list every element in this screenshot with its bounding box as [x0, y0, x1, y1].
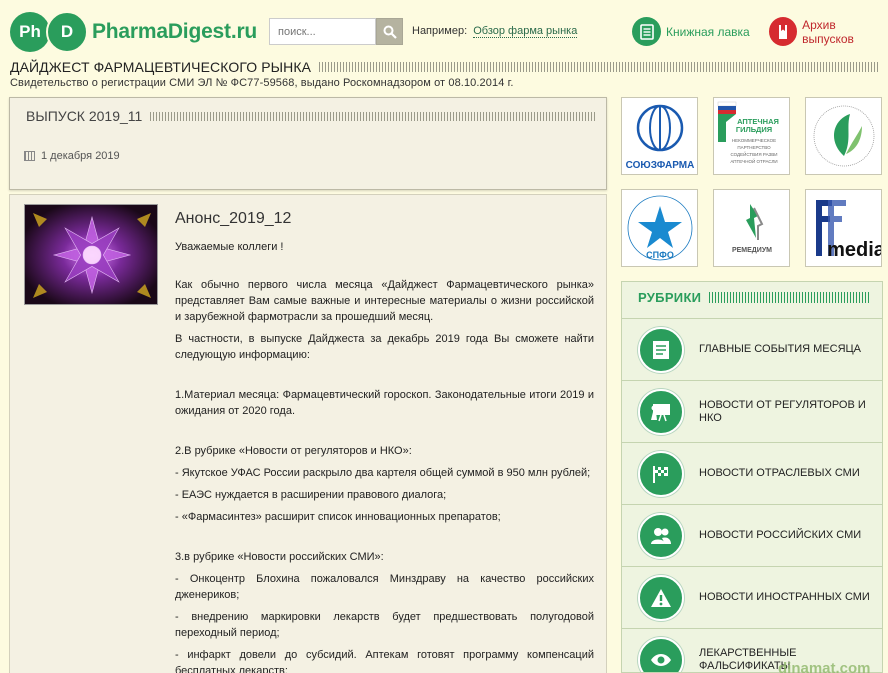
issue-header: ВЫПУСК 2019_11 1 декабря 2019 [9, 97, 607, 190]
document-icon [638, 326, 684, 373]
article-paragraph: В частности, в выпуске Дайджеста за дека… [175, 333, 594, 361]
article-thumbnail[interactable] [24, 204, 158, 305]
header: Ph D PharmaDigest.ru Например: Обзор фар… [0, 0, 888, 60]
article-paragraph: - «Фармасинтез» расширит список инноваци… [175, 511, 501, 523]
example-link[interactable]: Обзор фарма рынка [473, 25, 578, 38]
archive-label: Архив выпусков [802, 17, 854, 46]
certificate-text: Свидетельство о регистрации СМИ ЭЛ № ФС7… [10, 77, 514, 89]
svg-text:ГИЛЬДИЯ: ГИЛЬДИЯ [736, 125, 772, 134]
article-paragraph: - инфаркт довели до субсидий. Аптекам го… [175, 649, 594, 673]
rubrics-panel: РУБРИКИ ГЛАВНЫЕ СОБЫТИЯ МЕСЯЦА НОВОСТИ О… [621, 281, 883, 673]
archive-icon [769, 17, 798, 46]
logo-mark-d: D [46, 11, 88, 53]
search-icon [383, 25, 397, 39]
rubrics-title-text: РУБРИКИ [638, 290, 702, 305]
article-paragraph: - внедрению маркировки лекарств будет пр… [175, 611, 594, 639]
article-paragraph: - Якутское УФАС России раскрыло два карт… [175, 467, 591, 479]
logo-mark-ph: Ph [10, 12, 50, 52]
rubric-regulators[interactable]: НОВОСТИ ОТ РЕГУЛЯТОРОВ И НКО [622, 380, 882, 442]
partner-label: СПФО [646, 250, 674, 260]
partner-remedium[interactable]: РЕМЕДИУМ [713, 189, 790, 267]
rubric-label: НОВОСТИ ОТ РЕГУЛЯТОРОВ И НКО [699, 398, 866, 424]
flag-icon [638, 450, 684, 497]
article-paragraph: 2.В рубрике «Новости от регуляторов и НК… [175, 445, 412, 457]
site-title-text: ДАЙДЖЕСТ ФАРМАЦЕВТИЧЕСКОГО РЫНКА [10, 59, 312, 75]
partner-guild[interactable]: АПТЕЧНАЯ ГИЛЬДИЯ НЕКОММЕРЧЕСКОЕ ПАРТНЕРС… [713, 97, 790, 175]
issue-title-text: ВЫПУСК 2019_11 [26, 108, 143, 124]
partner-fmedia[interactable]: media [805, 189, 882, 267]
rubric-industry-media[interactable]: НОВОСТИ ОТРАСЛЕВЫХ СМИ [622, 442, 882, 504]
site-logo[interactable]: Ph D PharmaDigest.ru [10, 11, 257, 53]
rubrics-title: РУБРИКИ [638, 290, 870, 305]
rubrics-divider [709, 292, 870, 303]
archive-link[interactable]: Архив выпусков [769, 17, 888, 46]
svg-text:АПТЕЧНОЙ ОТРАСЛИ: АПТЕЧНОЙ ОТРАСЛИ [730, 157, 777, 164]
issue-divider [150, 111, 596, 121]
issue-date: 1 декабря 2019 [24, 150, 120, 162]
presentation-icon [638, 388, 684, 435]
article-paragraph: - ЕАЭС нуждается в расширении правового … [175, 489, 447, 501]
search-button[interactable] [376, 18, 403, 45]
search-form [269, 18, 403, 45]
site-title: ДАЙДЖЕСТ ФАРМАЦЕВТИЧЕСКОГО РЫНКА [10, 59, 880, 75]
rubric-label: НОВОСТИ РОССИЙСКИХ СМИ [699, 529, 862, 541]
search-example: Например: Обзор фарма рынка [412, 25, 578, 38]
article-paragraph: Уважаемые коллеги ! [175, 241, 284, 253]
article-paragraph: - Онкоцентр Блохина пожаловался Минздрав… [175, 573, 594, 601]
logo-text: PharmaDigest.ru [92, 20, 258, 43]
article: Анонс_2019_12 Уважаемые коллеги ! Как об… [9, 194, 607, 673]
article-paragraph: Как обычно первого числа месяца «Дайджес… [175, 279, 594, 323]
article-title[interactable]: Анонс_2019_12 [175, 210, 291, 228]
partner-label: СОЮЗФАРМА [626, 160, 695, 171]
rubric-label: НОВОСТИ ИНОСТРАННЫХ СМИ [699, 591, 870, 603]
partner-label: РЕМЕДИУМ [732, 247, 772, 254]
eye-icon [638, 636, 684, 672]
partner-spfo[interactable]: СПФО [621, 189, 698, 267]
book-icon [632, 17, 661, 46]
rubric-main-events[interactable]: ГЛАВНЫЕ СОБЫТИЯ МЕСЯЦА [622, 318, 882, 380]
books-label: Книжная лавка [666, 24, 750, 39]
svg-text:СОДЕЙСТВИЯ РАЗВИ: СОДЕЙСТВИЯ РАЗВИ [730, 150, 777, 157]
search-input[interactable] [269, 18, 376, 45]
rubric-label: НОВОСТИ ОТРАСЛЕВЫХ СМИ [699, 467, 860, 479]
rubric-label: ГЛАВНЫЕ СОБЫТИЯ МЕСЯЦА [699, 343, 862, 355]
title-divider [319, 62, 880, 72]
article-paragraph: 3.в рубрике «Новости российских СМИ»: [175, 551, 384, 563]
issue-title: ВЫПУСК 2019_11 [26, 108, 596, 124]
books-link[interactable]: Книжная лавка [632, 17, 750, 46]
partner-soyuzfarma[interactable]: СОЮЗФАРМА [621, 97, 698, 175]
partner-label: media [827, 239, 882, 261]
article-paragraph: 1.Материал месяца: Фармацевтический горо… [175, 389, 594, 417]
svg-text:НЕКОММЕРЧЕСКОЕ: НЕКОММЕРЧЕСКОЕ [732, 138, 776, 143]
example-label: Например: [412, 25, 468, 37]
issue-date-text: 1 декабря 2019 [41, 150, 120, 162]
people-icon [638, 512, 684, 559]
watermark: dinamat.com [778, 660, 871, 673]
article-body: Уважаемые коллеги ! Как обычно первого ч… [175, 239, 594, 673]
rubric-russian-media[interactable]: НОВОСТИ РОССИЙСКИХ СМИ [622, 504, 882, 566]
svg-text:ПАРТНЕРСТВО: ПАРТНЕРСТВО [737, 145, 771, 150]
calendar-icon [24, 151, 35, 161]
warning-icon [638, 574, 684, 621]
rubric-foreign-media[interactable]: НОВОСТИ ИНОСТРАННЫХ СМИ [622, 566, 882, 628]
partner-association[interactable] [805, 97, 882, 175]
